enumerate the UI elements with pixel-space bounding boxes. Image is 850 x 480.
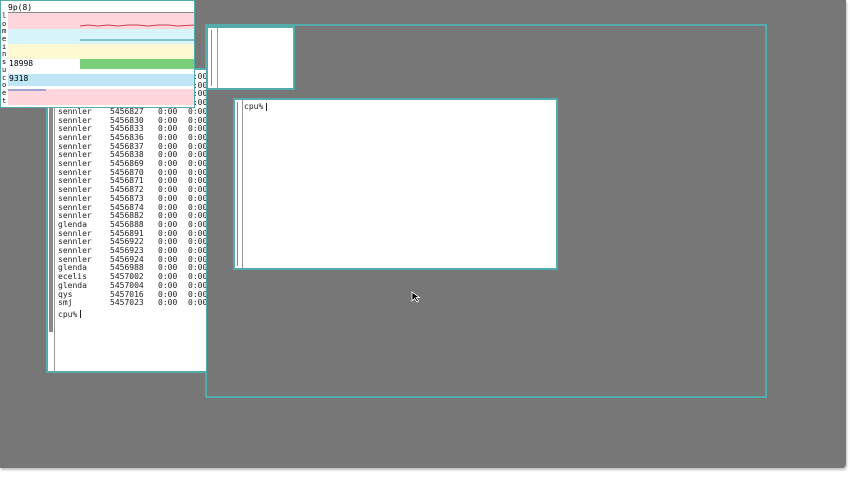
memory-graph-line [80,39,194,41]
text-cursor-icon [80,310,82,319]
stats-title: 9p(8) [8,3,33,12]
stat-label: t [2,96,7,105]
scrollbar-thumb[interactable] [49,72,53,332]
syscall-graph [8,59,194,69]
stats-window[interactable]: 9p(8) 18998 9318 lomeinsucoet [0,0,195,108]
scrollbar-thumb[interactable] [211,30,215,86]
arrow-cursor-icon [411,291,421,303]
process-user: smj [58,298,73,308]
interrupts-graph [8,44,194,59]
stats-labels: lomeinsucoet [1,12,8,105]
shell-prompt: cpu% [244,102,264,111]
process-t2: 0:00 [188,298,206,308]
text-cursor-icon [266,102,268,111]
load-graph-line [79,24,195,27]
load-graph [8,13,195,29]
syscall-value: 18998 [9,59,34,68]
shell-prompt: cpu% [58,309,78,319]
cpu-window-scrollbar[interactable] [235,100,243,268]
memory-graph [8,29,194,44]
context-value: 9318 [9,74,29,83]
tlb-graph [8,89,194,105]
process-list-scrollbar[interactable] [48,70,55,371]
tlb-graph-line [8,89,46,91]
small-window-scrollbar[interactable] [210,28,218,88]
process-prompt-line[interactable]: cpu% [58,309,82,319]
small-blank-window[interactable] [206,26,295,90]
process-pid: 5457023 [110,298,144,308]
cpu-prompt-line[interactable]: cpu% [244,102,268,111]
process-list-window[interactable]: sennler54567970:000:00sennler54567980:00… [46,68,206,373]
context-graph [8,74,194,86]
cpu-terminal-window[interactable]: cpu% [233,98,558,270]
syscall-bar [80,59,194,69]
scrollbar-thumb[interactable] [237,102,240,266]
process-t1: 0:00 [158,298,178,308]
